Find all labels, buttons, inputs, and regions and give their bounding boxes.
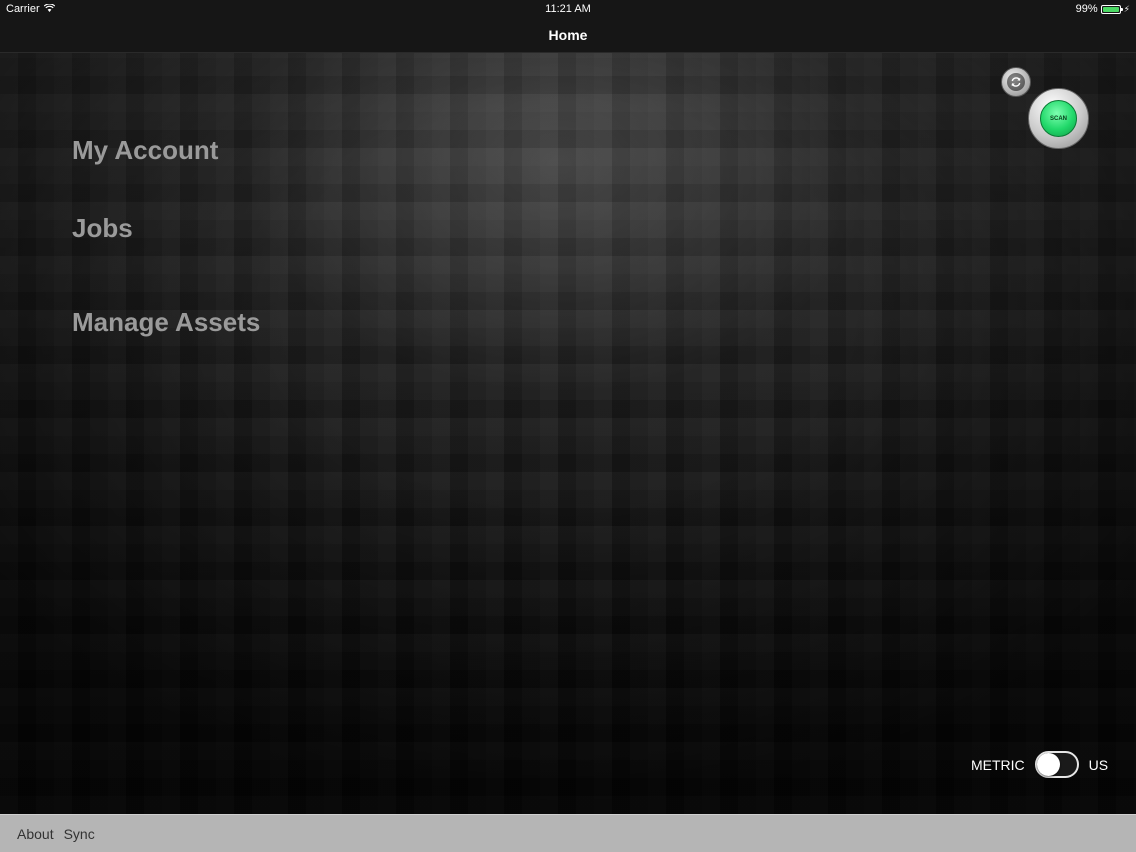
status-right: 99% ⚡ [1076, 3, 1130, 15]
bottom-toolbar: About Sync [0, 814, 1136, 852]
about-button[interactable]: About [17, 826, 54, 842]
charging-bolt-icon: ⚡ [1123, 3, 1130, 14]
page-title: Home [548, 27, 588, 43]
menu-item-jobs[interactable]: Jobs [72, 213, 133, 244]
sync-button[interactable]: Sync [64, 826, 95, 842]
refresh-icon [1007, 73, 1025, 91]
battery-icon [1100, 4, 1123, 14]
battery-fill [1102, 6, 1119, 12]
unit-switch-knob [1036, 753, 1060, 776]
status-bar: Carrier 11:21 AM 99% ⚡ [0, 0, 1136, 18]
menu-item-manage-assets[interactable]: Manage Assets [72, 307, 260, 338]
menu-item-my-account[interactable]: My Account [72, 135, 218, 166]
home-screen: Carrier 11:21 AM 99% ⚡ Home My Account J… [0, 0, 1136, 852]
scan-button-face: SCAN [1040, 100, 1077, 137]
scan-label: SCAN [1049, 115, 1067, 122]
metric-label: METRIC [971, 756, 1025, 773]
scan-button[interactable]: SCAN [1028, 88, 1089, 149]
navigation-bar: Home [0, 18, 1136, 53]
us-label: US [1088, 756, 1109, 773]
status-time: 11:21 AM [545, 3, 591, 15]
unit-toggle: METRIC US [971, 751, 1108, 778]
main-content: My Account Jobs Manage Assets SCAN METRI… [0, 53, 1136, 814]
battery-percent: 99% [1075, 3, 1098, 15]
refresh-button[interactable] [1001, 67, 1031, 97]
unit-switch[interactable] [1034, 751, 1079, 778]
